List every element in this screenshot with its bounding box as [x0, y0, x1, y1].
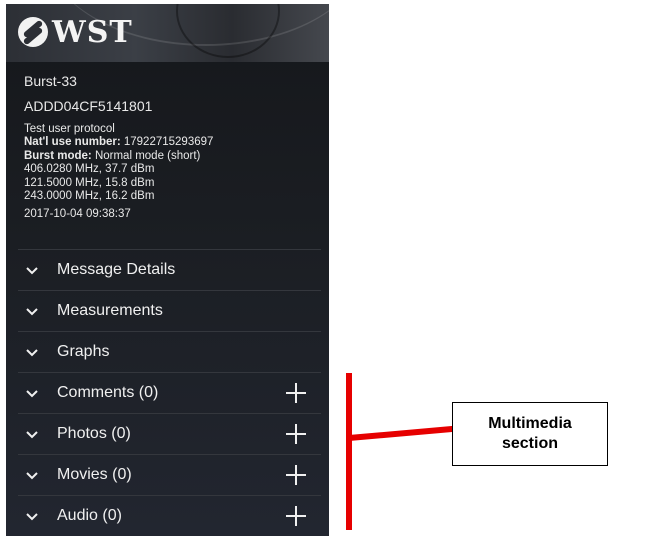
nat-use-number-label: Nat'l use number:: [24, 136, 121, 149]
section-label: Photos (0): [57, 425, 131, 442]
chevron-down-icon: [26, 472, 38, 480]
nat-use-number-value: 17922715293697: [123, 136, 214, 149]
section-label: Movies (0): [57, 466, 132, 483]
header-decoration-ring: [176, 4, 280, 58]
frequency-121: 121.5000 MHz, 15.8 dBm: [24, 176, 155, 189]
frequency-406: 406.0280 MHz, 37.7 dBm: [24, 163, 155, 176]
chevron-down-icon: [26, 431, 38, 439]
section-audio[interactable]: Audio (0): [18, 495, 321, 536]
chevron-down-icon: [26, 349, 38, 357]
section-measurements[interactable]: Measurements: [18, 290, 321, 331]
brand-logo: WST: [18, 14, 133, 50]
section-photos[interactable]: Photos (0): [18, 413, 321, 454]
chevron-down-icon: [26, 513, 38, 521]
chevron-down-icon: [26, 267, 38, 275]
burst-mode-label: Burst mode:: [24, 149, 92, 162]
plus-icon[interactable]: [285, 505, 307, 527]
nat-use-number-row: Nat'l use number: 17922715293697: [24, 136, 213, 149]
brand-name: WST: [52, 14, 133, 50]
protocol-name: Test user protocol: [24, 123, 115, 135]
burst-mode-value: Normal mode (short): [94, 149, 201, 162]
section-label: Graphs: [57, 343, 110, 360]
burst-name: Burst-33: [24, 73, 77, 89]
callout-line-1: Multimedia: [488, 415, 572, 432]
plus-icon[interactable]: [285, 464, 307, 486]
chevron-down-icon: [26, 390, 38, 398]
section-graphs[interactable]: Graphs: [18, 331, 321, 372]
section-label: Measurements: [57, 302, 163, 319]
timestamp: 2017-10-04 09:38:37: [24, 208, 131, 221]
callout-connector: [348, 425, 455, 441]
callout-bracket: [346, 373, 352, 530]
chevron-down-icon: [26, 308, 38, 316]
wst-swoosh-logo-icon: [18, 17, 48, 47]
beacon-id: ADDD04CF5141801: [24, 98, 153, 114]
plus-icon[interactable]: [285, 382, 307, 404]
section-comments[interactable]: Comments (0): [18, 372, 321, 413]
multimedia-callout: Multimedia section: [452, 402, 608, 466]
plus-icon[interactable]: [285, 423, 307, 445]
burst-mode-row: Burst mode: Normal mode (short): [24, 150, 213, 163]
section-movies[interactable]: Movies (0): [18, 454, 321, 495]
protocol-details: Test user protocol Nat'l use number: 179…: [24, 123, 213, 203]
beacon-info: Burst-33 ADDD04CF5141801 Test user proto…: [24, 70, 213, 221]
section-label: Audio (0): [57, 507, 122, 524]
section-label: Message Details: [57, 261, 176, 278]
app-header: WST: [6, 4, 329, 62]
callout-line-2: section: [501, 435, 558, 452]
section-message-details[interactable]: Message Details: [18, 249, 321, 290]
app-screen: WST Burst-33 ADDD04CF5141801 Test user p…: [6, 4, 329, 536]
section-list: Message Details Measurements Graphs Comm…: [18, 249, 321, 536]
section-label: Comments (0): [57, 384, 159, 401]
frequency-243: 243.0000 MHz, 16.2 dBm: [24, 190, 155, 203]
